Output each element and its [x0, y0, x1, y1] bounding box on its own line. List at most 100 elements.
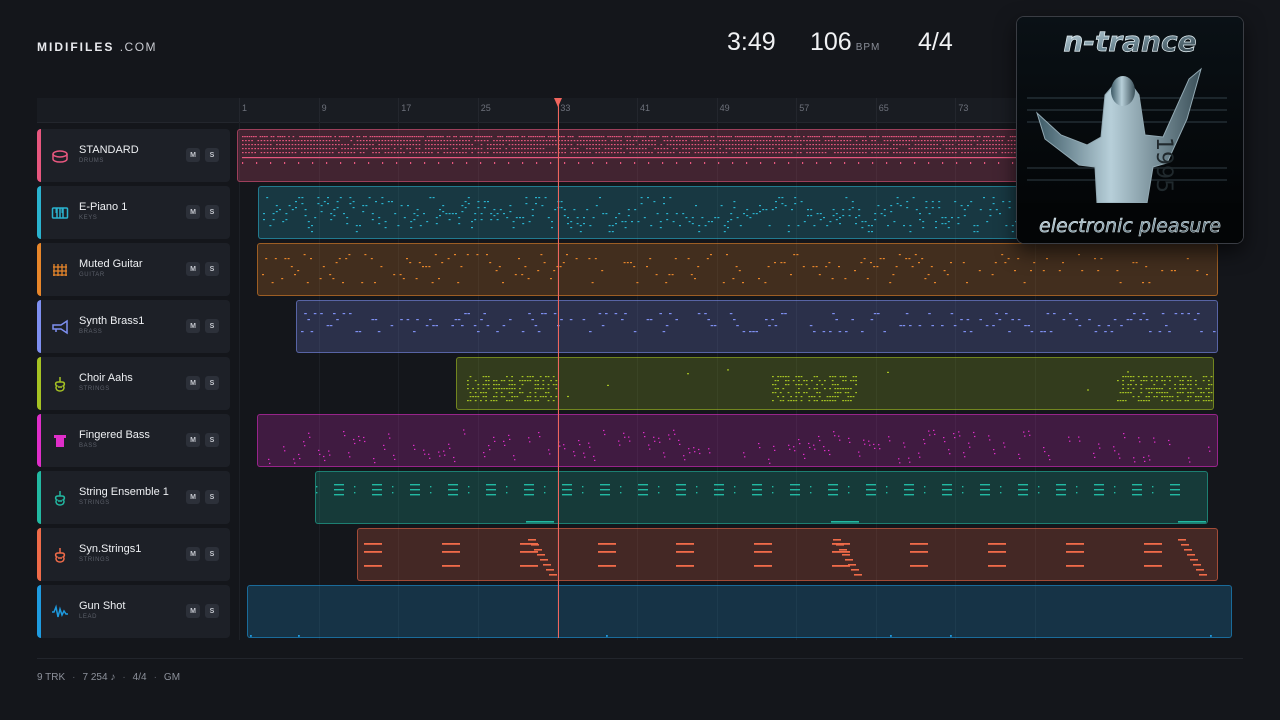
track-color-stripe [37, 528, 41, 581]
solo-button[interactable]: S [205, 376, 219, 390]
midi-clip[interactable] [315, 471, 1208, 524]
solo-button[interactable]: S [205, 205, 219, 219]
tempo-value: 106 [810, 28, 852, 56]
mute-button[interactable]: M [186, 262, 200, 276]
track-category: DRUMS [79, 158, 104, 164]
ruler-bar-label: 9 [318, 98, 327, 122]
violin-icon [51, 375, 69, 393]
album-cover-image: 1995 n-trance electronic pleasure [1017, 17, 1243, 243]
note-pattern [262, 254, 1208, 284]
ruler-bar-label: 1 [238, 98, 248, 122]
mute-button[interactable]: M [186, 205, 200, 219]
song-duration: 3:49 [727, 28, 776, 56]
solo-button[interactable]: S [205, 148, 219, 162]
track-name: STANDARD [79, 144, 139, 156]
track-color-stripe [37, 471, 41, 524]
solo-button[interactable]: S [205, 604, 219, 618]
note-pattern [301, 313, 1216, 333]
track-header-string-ensemble-1[interactable]: String Ensemble 1 STRINGS M S [37, 471, 230, 524]
track-header-standard[interactable]: STANDARD DRUMS M S [37, 129, 230, 182]
ruler-bar-label: 73 [955, 98, 969, 122]
album-art: 1995 n-trance electronic pleasure [1016, 16, 1244, 244]
ruler-bar-label: 17 [398, 98, 412, 122]
midi-clip[interactable] [247, 585, 1232, 638]
mute-button[interactable]: M [186, 376, 200, 390]
track-category: GUITAR [79, 272, 105, 278]
track-header-choir-aahs[interactable]: Choir Aahs STRINGS M S [37, 357, 230, 410]
footer-track-count: 9 TRK [37, 672, 66, 683]
midi-clip[interactable] [257, 243, 1218, 296]
track-category: STRINGS [79, 500, 110, 506]
mute-button[interactable]: M [186, 490, 200, 504]
midi-clip[interactable] [357, 528, 1218, 581]
bar-gridline [239, 122, 240, 640]
tempo-unit: BPM [855, 42, 881, 53]
track-category: BRASS [79, 329, 103, 335]
track-header-synth-brass1[interactable]: Synth Brass1 BRASS M S [37, 300, 230, 353]
violin-icon [51, 489, 69, 507]
violin-icon [51, 546, 69, 564]
track-category: LEAD [79, 614, 98, 620]
track-category: KEYS [79, 215, 98, 221]
mute-button[interactable]: M [186, 604, 200, 618]
midi-clip[interactable] [257, 414, 1218, 467]
footer-time-signature: 4/4 [132, 672, 147, 683]
brand-name: MIDIFILES [37, 40, 115, 54]
footer-midi-standard: GM [163, 672, 181, 683]
track-color-stripe [37, 186, 41, 239]
solo-button[interactable]: S [205, 262, 219, 276]
brand-logo: MIDIFILES .COM [37, 40, 157, 54]
album-title-text: electronic pleasure [1039, 215, 1221, 237]
piano-icon [51, 204, 69, 222]
track-color-stripe [37, 300, 41, 353]
midi-clip[interactable] [296, 300, 1218, 353]
track-header-e-piano-1[interactable]: E-Piano 1 KEYS M S [37, 186, 230, 239]
brand-domain: .COM [119, 40, 158, 54]
note-pattern [250, 635, 1212, 637]
track-color-stripe [37, 357, 41, 410]
footer-separator: · [72, 672, 76, 683]
track-name: E-Piano 1 [79, 201, 128, 213]
album-year-text: 1995 [1151, 137, 1176, 193]
solo-button[interactable]: S [205, 433, 219, 447]
track-name: Synth Brass1 [79, 315, 145, 327]
note-pattern [467, 369, 1213, 402]
footer-separator: · [153, 672, 157, 683]
mute-button[interactable]: M [186, 148, 200, 162]
track-color-stripe [37, 585, 41, 638]
track-category: STRINGS [79, 386, 110, 392]
trumpet-icon [51, 318, 69, 336]
track-color-stripe [37, 243, 41, 296]
track-name: Gun Shot [79, 600, 126, 612]
solo-button[interactable]: S [205, 547, 219, 561]
solo-button[interactable]: S [205, 490, 219, 504]
ruler-bar-label: 49 [716, 98, 730, 122]
footer-divider [37, 658, 1243, 659]
track-header-gun-shot[interactable]: Gun Shot LEAD M S [37, 585, 230, 638]
track-name: Fingered Bass [79, 429, 150, 441]
playhead[interactable] [554, 98, 562, 638]
note-pattern [316, 484, 1206, 523]
footer-stats: 9 TRK · 7 254 ♪ · 4/4 · GM [37, 672, 180, 683]
time-signature-display: 4/4 [918, 28, 953, 56]
mute-button[interactable]: M [186, 433, 200, 447]
track-category: BASS [79, 443, 98, 449]
mute-button[interactable]: M [186, 319, 200, 333]
note-pattern [364, 539, 1207, 576]
ruler-bar-label: 41 [636, 98, 651, 122]
ruler-bar-label: 57 [796, 98, 810, 122]
track-name: Choir Aahs [79, 372, 133, 384]
track-header-syn-strings1[interactable]: Syn.Strings1 STRINGS M S [37, 528, 230, 581]
tempo-display: 106 BPM [810, 28, 880, 57]
track-header-fingered-bass[interactable]: Fingered Bass BASS M S [37, 414, 230, 467]
ruler-bar-label: 25 [477, 98, 491, 122]
footer-separator: · [122, 672, 126, 683]
solo-button[interactable]: S [205, 319, 219, 333]
guitar-icon [51, 261, 69, 279]
track-color-stripe [37, 414, 41, 467]
waveform-icon [51, 603, 69, 621]
track-name: Muted Guitar [79, 258, 143, 270]
mute-button[interactable]: M [186, 547, 200, 561]
track-header-muted-guitar[interactable]: Muted Guitar GUITAR M S [37, 243, 230, 296]
midi-clip[interactable] [456, 357, 1214, 410]
